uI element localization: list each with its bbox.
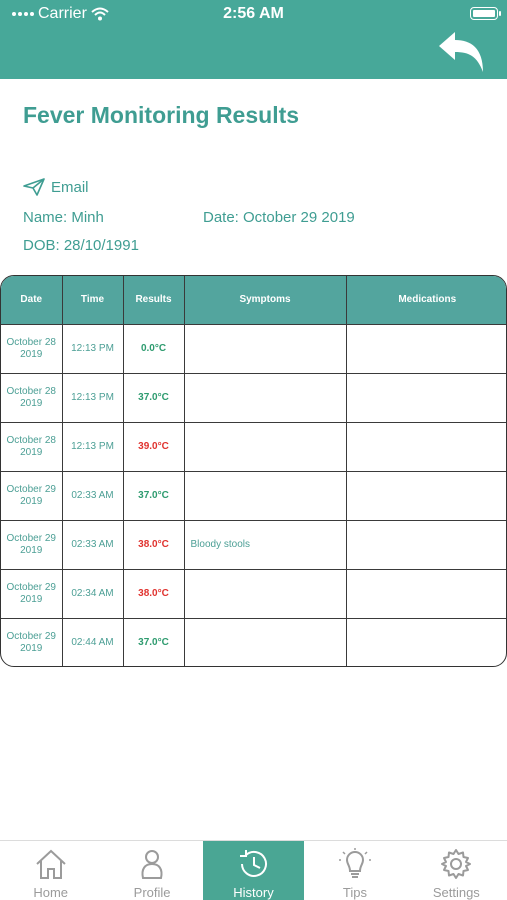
- cell-date: October 29 2019: [1, 471, 63, 521]
- table-row: October 29 2019 02:33 AM 38.0°C Bloody stoo…: [1, 520, 506, 570]
- cell-time: 02:33 AM: [62, 520, 124, 570]
- cell-symptoms: [184, 618, 347, 666]
- profile-icon: [141, 850, 163, 879]
- patient-dob: DOB: 28/10/1991: [23, 237, 139, 254]
- cell-date: October 28 2019: [1, 422, 63, 472]
- tab-profile-label: Profile: [133, 885, 171, 900]
- cell-medications: [346, 520, 506, 570]
- tab-settings[interactable]: Settings: [406, 841, 507, 900]
- tab-home[interactable]: Home: [0, 841, 101, 900]
- report-date: Date: October 29 2019: [203, 209, 355, 226]
- tab-history[interactable]: History: [202, 841, 305, 900]
- cell-medications: [346, 471, 506, 521]
- column-header-date: Date: [1, 276, 63, 325]
- cell-time: 12:13 PM: [62, 422, 124, 472]
- patient-name: Name: Minh: [23, 209, 104, 226]
- page-title: Fever Monitoring Results: [23, 102, 300, 128]
- table-row: October 29 2019 02:33 AM 37.0°C: [1, 471, 506, 521]
- back-arrow-icon: [439, 32, 483, 72]
- cell-symptoms: [184, 422, 347, 472]
- cell-medications: [346, 618, 506, 666]
- cell-medications: [346, 422, 506, 472]
- cell-date: October 28 2019: [1, 373, 63, 423]
- cell-time: 12:13 PM: [62, 324, 124, 374]
- cell-result: 0.0°C: [123, 324, 185, 374]
- status-bar: Carrier 2:56 AM: [0, 4, 507, 24]
- battery-icon: [470, 7, 501, 20]
- table-row: October 28 2019 12:13 PM 37.0°C: [1, 373, 506, 423]
- email-button[interactable]: Email: [23, 178, 89, 196]
- status-time: 2:56 AM: [223, 5, 284, 22]
- table-header-row: Date Time Results Symptoms Medications: [1, 276, 506, 325]
- cell-result: 38.0°C: [123, 569, 185, 619]
- cell-time: 12:13 PM: [62, 373, 124, 423]
- table-row: October 28 2019 12:13 PM 0.0°C: [1, 324, 506, 374]
- tab-tips[interactable]: Tips: [304, 841, 405, 900]
- app-header: Carrier 2:56 AM: [0, 0, 507, 79]
- email-label: Email: [51, 178, 89, 196]
- home-icon: [36, 849, 66, 879]
- cell-medications: [346, 373, 506, 423]
- cell-result: 37.0°C: [123, 373, 185, 423]
- cell-result: 39.0°C: [123, 422, 185, 472]
- tab-bar: Home Profile History Tips Settings: [0, 840, 507, 900]
- column-header-time: Time: [62, 276, 124, 325]
- cell-symptoms: [184, 324, 347, 374]
- cell-date: October 28 2019: [1, 324, 63, 374]
- cell-symptoms: [184, 471, 347, 521]
- tab-home-label: Home: [33, 885, 69, 900]
- table-row: October 29 2019 02:34 AM 38.0°C: [1, 569, 506, 619]
- cell-result: 37.0°C: [123, 471, 185, 521]
- cell-symptoms: Bloody stools: [184, 520, 347, 570]
- column-header-medications: Medications: [346, 276, 506, 325]
- history-icon: [239, 850, 267, 877]
- cell-result: 38.0°C: [123, 520, 185, 570]
- table-row: October 28 2019 12:13 PM 39.0°C: [1, 422, 506, 472]
- back-button[interactable]: [435, 26, 487, 76]
- cell-symptoms: [184, 373, 347, 423]
- cell-date: October 29 2019: [1, 618, 63, 666]
- results-table: Date Time Results Symptoms Medications O…: [0, 275, 507, 667]
- cell-time: 02:33 AM: [62, 471, 124, 521]
- tab-settings-label: Settings: [432, 885, 480, 900]
- lightbulb-icon: [338, 848, 371, 878]
- cell-date: October 29 2019: [1, 569, 63, 619]
- table-row: October 29 2019 02:44 AM 37.0°C: [1, 618, 506, 666]
- tab-profile[interactable]: Profile: [101, 841, 202, 900]
- tab-tips-label: Tips: [342, 885, 367, 900]
- send-icon: [23, 178, 45, 196]
- cell-time: 02:34 AM: [62, 569, 124, 619]
- cell-date: October 29 2019: [1, 520, 63, 570]
- cell-medications: [346, 324, 506, 374]
- gear-icon: [441, 849, 472, 879]
- cell-time: 02:44 AM: [62, 618, 124, 666]
- cell-medications: [346, 569, 506, 619]
- column-header-results: Results: [123, 276, 185, 325]
- tab-history-label: History: [233, 885, 274, 900]
- column-header-symptoms: Symptoms: [184, 276, 347, 325]
- cell-result: 37.0°C: [123, 618, 185, 666]
- cell-symptoms: [184, 569, 347, 619]
